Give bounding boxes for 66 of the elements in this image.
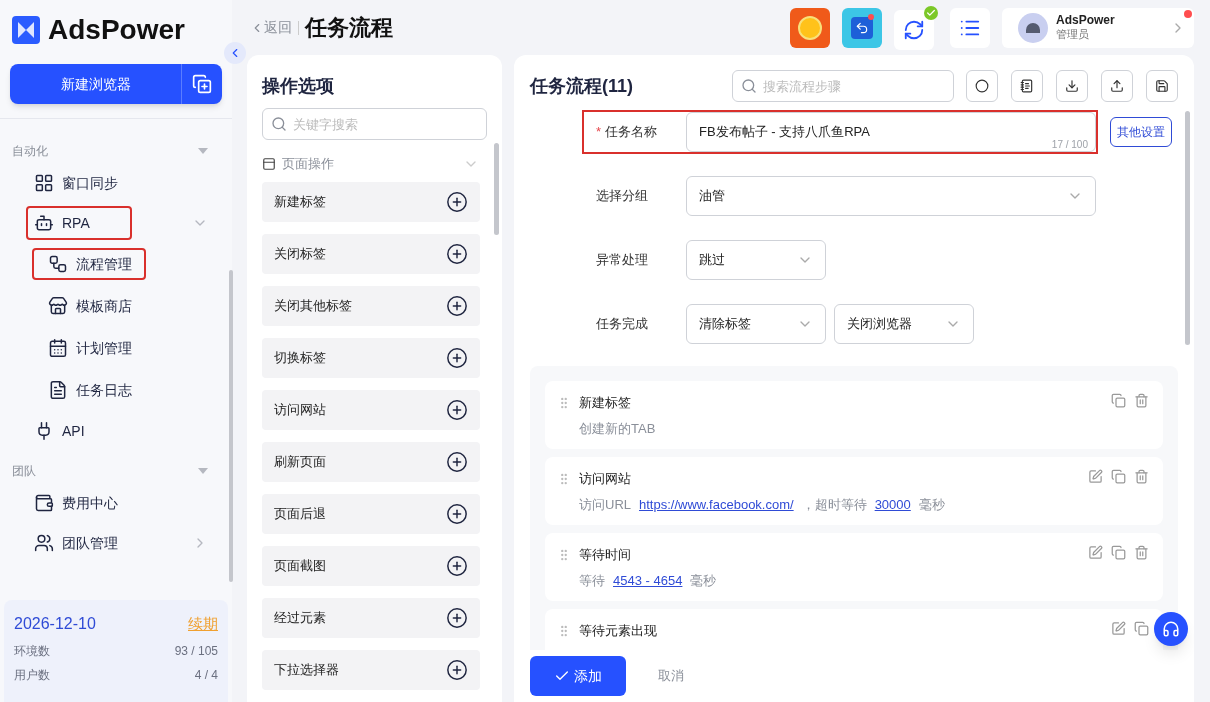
action-option[interactable]: 页面后退 xyxy=(262,493,480,534)
nav-item[interactable]: 团队管理 xyxy=(26,526,160,560)
step-search-field[interactable]: 搜索流程步骤 xyxy=(732,70,954,102)
page-title: 任务流程 xyxy=(305,14,393,42)
step-description: 毫秒 xyxy=(690,571,717,590)
action-option[interactable]: 访问网站 xyxy=(262,389,480,430)
step-description: 访问URL xyxy=(579,495,631,514)
panel-title: 任务流程(11) xyxy=(530,74,635,98)
user-card[interactable]: AdsPower 管理员 xyxy=(1002,7,1194,48)
nav-item[interactable]: 窗口同步 xyxy=(26,166,160,200)
nav-item[interactable]: 费用中心 xyxy=(26,486,160,520)
step-title: 等待时间 xyxy=(579,546,632,564)
step-card[interactable]: 等待元素出现 xyxy=(545,609,1163,650)
select-field[interactable]: 油管 xyxy=(686,176,1096,216)
step-value-link[interactable]: 30000 xyxy=(874,494,911,514)
section-title: 自动化 xyxy=(12,143,48,160)
action-option[interactable]: 关闭其他标签 xyxy=(262,285,480,326)
stat-label: 用户数 xyxy=(14,667,50,684)
form-label: 选择分组 xyxy=(596,187,648,206)
section-title: 团队 xyxy=(12,463,36,480)
keyword-search-field[interactable]: 关键字搜索 xyxy=(262,108,487,140)
step-title: 等待元素出现 xyxy=(579,622,658,640)
select-field[interactable]: 跳过 xyxy=(686,240,826,280)
expiry-date: 2026-12-10 xyxy=(14,614,96,634)
step-card[interactable]: 等待时间 等待 4543 - 4654 毫秒 xyxy=(545,533,1163,601)
character-counter: 17 / 100 xyxy=(1051,140,1088,150)
form-label: 任务完成 xyxy=(596,315,648,334)
nav-item[interactable]: API xyxy=(26,414,127,448)
user-role: 管理员 xyxy=(1056,28,1090,42)
step-card[interactable]: 新建标签 创建新的TAB xyxy=(545,381,1163,449)
action-option[interactable]: 页面截图 xyxy=(262,545,480,586)
form-label: 异常处理 xyxy=(596,251,648,270)
step-title: 访问网站 xyxy=(579,470,632,488)
stat-value: 93 / 105 xyxy=(174,643,218,660)
action-option[interactable]: 关闭标签 xyxy=(262,233,480,274)
panel-title: 操作选项 xyxy=(262,75,335,98)
action-option[interactable]: 刷新页面 xyxy=(262,441,480,482)
nav-subitem[interactable]: 任务日志 xyxy=(32,374,146,406)
step-description: 等待 xyxy=(579,571,605,590)
nav-subitem[interactable]: 模板商店 xyxy=(32,290,146,322)
nav-item[interactable]: RPA xyxy=(26,206,132,240)
stat-label: 环境数 xyxy=(14,643,50,660)
other-settings-button[interactable]: 其他设置 xyxy=(1110,117,1172,147)
nav-subitem[interactable]: 计划管理 xyxy=(32,332,146,364)
step-value-link[interactable]: https://www.facebook.com/ xyxy=(639,494,794,514)
required-mark: * xyxy=(596,123,602,142)
step-description: 毫秒 xyxy=(918,495,945,514)
cancel-button[interactable]: 取消 xyxy=(658,666,684,686)
select-field[interactable]: 清除标签 xyxy=(686,304,826,344)
group-title: 页面操作 xyxy=(282,155,334,173)
stat-value: 4 / 4 xyxy=(194,667,218,684)
brand-name: AdsPower xyxy=(48,16,185,44)
nav-subitem[interactable]: 流程管理 xyxy=(32,248,146,280)
action-option[interactable]: 切换标签 xyxy=(262,337,480,378)
user-name: AdsPower xyxy=(1056,13,1116,29)
step-value-link[interactable]: 4543 - 4654 xyxy=(613,570,683,590)
action-option[interactable]: 经过元素 xyxy=(262,597,480,638)
add-button[interactable]: 添加 xyxy=(530,656,626,696)
action-option[interactable]: 新建标签 xyxy=(262,181,480,222)
form-label: 任务名称 xyxy=(605,123,658,142)
action-option[interactable]: 下拉选择器 xyxy=(262,649,480,690)
step-description: 创建新的TAB xyxy=(579,419,656,438)
step-description: ，超时等待 xyxy=(801,495,867,514)
step-title: 新建标签 xyxy=(579,394,632,412)
select-field[interactable]: 关闭浏览器 xyxy=(834,304,974,344)
step-card[interactable]: 访问网站 访问URL https://www.facebook.com/ ，超时等待 30000 毫秒 xyxy=(545,457,1163,525)
